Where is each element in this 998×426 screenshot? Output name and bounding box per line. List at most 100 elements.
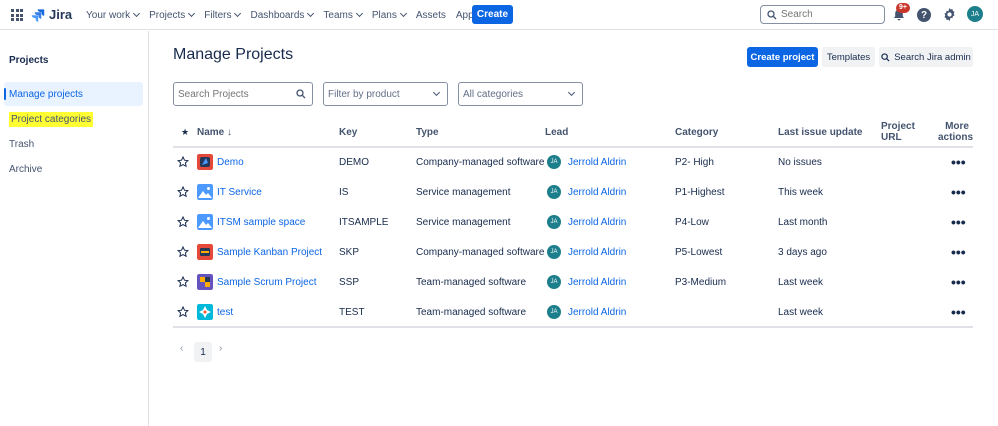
global-search[interactable] [760, 5, 885, 24]
project-lead: JA Jerrold Aldrin [547, 267, 626, 297]
sidebar-item-trash[interactable]: Trash [4, 132, 143, 156]
project-key: SSP [339, 276, 360, 288]
column-header-name-label: Name [197, 127, 225, 138]
nav-assets[interactable]: Assets [416, 10, 446, 21]
favorite-star-icon[interactable] [177, 237, 189, 267]
nav-dashboards[interactable]: Dashboards [250, 10, 315, 21]
filter-by-product-label: Filter by product [328, 88, 400, 100]
search-projects-input[interactable] [178, 88, 288, 100]
user-avatar[interactable]: JA [967, 6, 983, 22]
nav-your-work-label: Your work [86, 9, 131, 21]
lead-avatar: JA [547, 215, 561, 229]
gear-icon[interactable] [942, 7, 957, 22]
project-key: SKP [339, 246, 360, 258]
chevron-down-icon [432, 88, 441, 97]
project-name-link[interactable]: Demo [217, 147, 244, 177]
last-issue-update: 3 days ago [778, 246, 827, 258]
project-type: Company-managed software [416, 246, 545, 258]
sidebar-item-manage-projects[interactable]: Manage projects [4, 82, 143, 106]
favorite-star-icon[interactable] [177, 297, 189, 327]
lead-name-link[interactable]: Jerrold Aldrin [568, 307, 626, 318]
nav-plans-label: Plans [371, 9, 397, 21]
more-actions-button[interactable]: ••• [951, 237, 966, 267]
project-lead: JA Jerrold Aldrin [547, 297, 626, 327]
project-test-icon [197, 304, 213, 320]
project-category: P1-Highest [675, 186, 725, 198]
more-actions-button[interactable]: ••• [951, 207, 966, 237]
create-project-button[interactable]: Create project [747, 47, 818, 67]
project-category: P2- High [675, 156, 714, 168]
global-search-input[interactable] [781, 9, 876, 20]
column-header-key[interactable]: Key [339, 127, 357, 138]
nav-filters-label: Filters [204, 9, 232, 21]
favorite-star-icon[interactable] [177, 177, 189, 207]
nav-teams[interactable]: Teams [323, 10, 363, 21]
templates-button[interactable]: Templates [822, 47, 875, 67]
more-actions-button[interactable]: ••• [951, 267, 966, 297]
nav-plans[interactable]: Plans [371, 9, 407, 21]
lead-name-link[interactable]: Jerrold Aldrin [568, 157, 626, 168]
favorite-star-icon[interactable] [177, 147, 189, 177]
lead-name-link[interactable]: Jerrold Aldrin [568, 217, 626, 228]
search-jira-admin-label: Search Jira admin [894, 51, 971, 63]
lead-name-link[interactable]: Jerrold Aldrin [568, 187, 626, 198]
project-name-link[interactable]: IT Service [217, 177, 262, 207]
lead-name-link[interactable]: Jerrold Aldrin [568, 277, 626, 288]
table-row: Sample Kanban Project SKP Company-manage… [173, 237, 973, 267]
filter-by-product-select[interactable]: Filter by product [323, 82, 448, 106]
app-switcher-icon[interactable] [11, 9, 23, 21]
next-page-icon[interactable]: › [219, 343, 222, 354]
project-itsm-icon [197, 214, 213, 230]
lead-name-link[interactable]: Jerrold Aldrin [568, 247, 626, 258]
column-header-url-line2: URL [881, 132, 902, 143]
sort-descending-icon: ↓ [227, 127, 233, 138]
search-projects-field[interactable] [173, 82, 313, 106]
project-key: IS [339, 186, 349, 198]
nav-your-work[interactable]: Your work [86, 9, 141, 21]
project-category: P5-Lowest [675, 246, 723, 258]
project-name-link[interactable]: Sample Kanban Project [217, 237, 322, 267]
column-header-type[interactable]: Type [416, 127, 439, 138]
column-header-lead[interactable]: Lead [545, 127, 568, 138]
more-actions-button[interactable]: ••• [951, 297, 966, 327]
lead-avatar: JA [547, 305, 561, 319]
favorite-star-icon[interactable] [177, 267, 189, 297]
project-type: Company-managed software [416, 156, 545, 168]
more-actions-button[interactable]: ••• [951, 177, 966, 207]
create-button[interactable]: Create [472, 5, 513, 24]
sidebar-item-project-categories[interactable]: Project categories [4, 107, 143, 131]
more-actions-button[interactable]: ••• [951, 147, 966, 177]
table-row: ITSM sample space ITSAMPLE Service manag… [173, 207, 973, 237]
search-icon [767, 9, 777, 19]
column-header-more-actions: More actions [938, 121, 973, 143]
project-demo-icon [197, 154, 213, 170]
jira-logo[interactable]: Jira [31, 7, 72, 22]
search-icon [296, 89, 306, 99]
search-jira-admin-button[interactable]: Search Jira admin [879, 47, 973, 67]
sidebar-item-label: Manage projects [9, 88, 83, 100]
column-header-last-update[interactable]: Last issue update [778, 127, 862, 138]
nav-projects[interactable]: Projects [149, 10, 196, 21]
jira-logo-text: Jira [49, 7, 73, 22]
project-name-link[interactable]: test [217, 297, 233, 327]
column-header-name[interactable]: Name ↓ [197, 127, 232, 138]
sidebar-item-archive[interactable]: Archive [4, 157, 143, 181]
sidebar-item-label: Project categories [9, 111, 94, 127]
project-lead: JA Jerrold Aldrin [547, 147, 626, 177]
project-type: Team-managed software [416, 306, 527, 318]
previous-page-icon[interactable]: ‹ [180, 343, 183, 354]
sidebar: Projects Manage projects Project categor… [0, 31, 149, 426]
page-1-button[interactable]: 1 [194, 342, 212, 362]
sidebar-item-label: Archive [9, 163, 43, 175]
favorite-star-icon[interactable] [177, 207, 189, 237]
category-select[interactable]: All categories [458, 82, 583, 106]
nav-filters[interactable]: Filters [204, 9, 242, 21]
column-header-url-line1: Project [881, 121, 915, 132]
chevron-down-icon [399, 9, 407, 18]
project-name-link[interactable]: ITSM sample space [217, 207, 305, 237]
search-icon [881, 52, 890, 62]
project-name-link[interactable]: Sample Scrum Project [217, 267, 316, 297]
column-header-category[interactable]: Category [675, 127, 718, 138]
project-key: TEST [339, 306, 365, 318]
help-icon[interactable]: ? [917, 8, 931, 22]
